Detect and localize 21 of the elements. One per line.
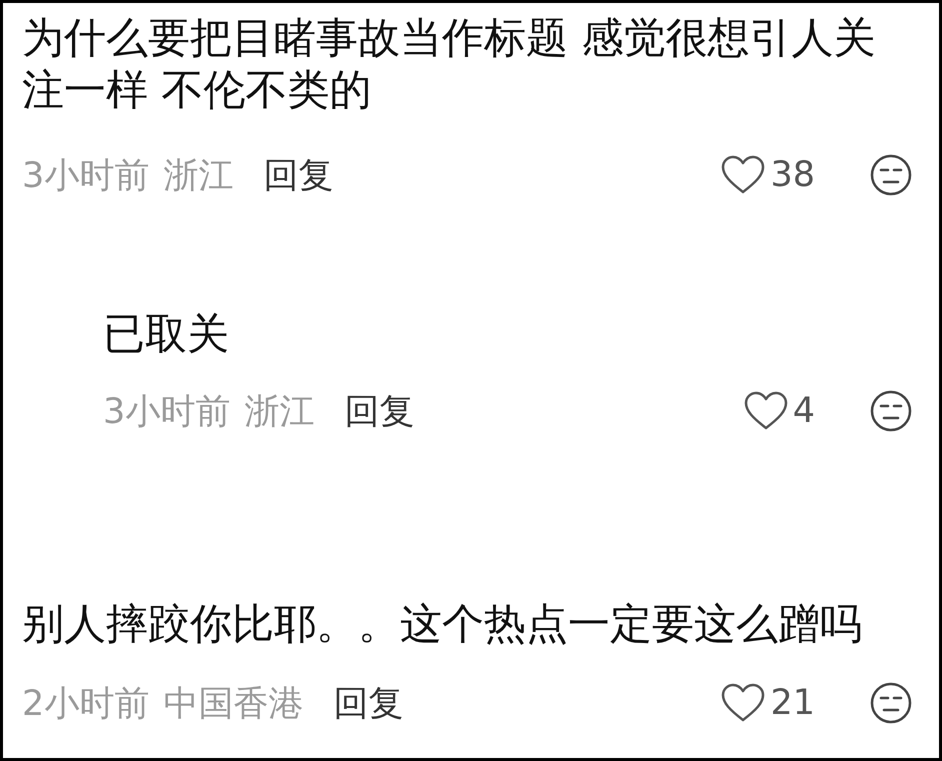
comment-time: 3小时前 [103,390,230,434]
heart-icon [742,391,789,431]
comment-location: 浙江 [163,154,234,198]
heart-icon [720,155,766,195]
reply-link[interactable]: 回复 [344,388,414,434]
comment-text: 为什么要把目睹事故当作标题 感觉很想引人关注一样 不伦不类的 [22,12,876,116]
comment-location: 中国香港 [163,682,304,726]
reply-link[interactable]: 回复 [263,152,334,198]
comment-text: 别人摔跤你比耶。。这个热点一定要这么蹭吗 [22,598,863,650]
comment-time: 2小时前 [22,682,150,726]
face-icon[interactable] [869,389,913,433]
face-icon[interactable] [869,681,913,725]
comment-location: 浙江 [244,390,314,434]
like-button[interactable]: 21 [695,683,815,723]
reply-link[interactable]: 回复 [333,680,404,726]
face-icon[interactable] [869,153,913,197]
like-button[interactable]: 4 [695,391,815,431]
like-button[interactable]: 38 [695,155,815,195]
comment-time: 3小时前 [22,154,150,198]
heart-icon [720,683,766,723]
comment-text: 已取关 [103,308,230,360]
